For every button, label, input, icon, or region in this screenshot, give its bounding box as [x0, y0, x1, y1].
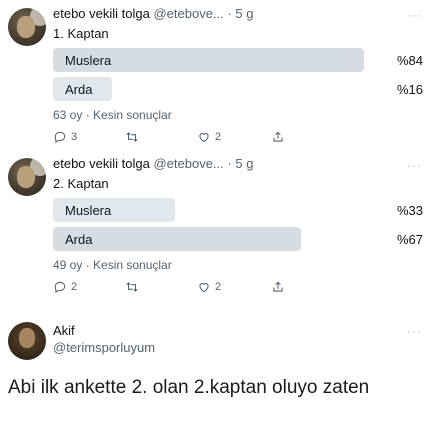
separator-dot: ·: [227, 156, 232, 171]
poll-option-label: Arda: [65, 82, 93, 97]
heart-icon: [199, 283, 209, 293]
retweet-button[interactable]: [125, 128, 143, 146]
timestamp[interactable]: 5 g: [235, 156, 253, 171]
reply-icon: [54, 281, 66, 294]
poll-option-percent: %84: [396, 53, 423, 68]
author-name[interactable]: etebo vekili tolga: [53, 156, 150, 171]
poll-question: 1. Kaptan: [53, 26, 109, 41]
avatar[interactable]: [8, 322, 46, 360]
poll-question: 2. Kaptan: [53, 176, 109, 191]
tweet-header: etebo vekili tolga @etebove... · 5 g: [53, 156, 253, 171]
poll-option-percent: %67: [396, 232, 423, 247]
poll-option: Arda %67: [53, 227, 423, 251]
poll-option: Muslera %33: [53, 198, 423, 222]
poll-option-percent: %16: [396, 82, 423, 97]
reply-icon: [54, 131, 66, 144]
author-handle[interactable]: @etebove...: [153, 6, 223, 21]
reply-count: 2: [71, 281, 78, 293]
poll-meta: 49 oy · Kesin sonuçlar: [53, 258, 172, 272]
poll-option-label: Muslera: [65, 53, 112, 68]
tweet-actions: 3 2: [53, 128, 353, 146]
retweet-button[interactable]: [125, 278, 143, 296]
tweet-header: etebo vekili tolga @etebove... · 5 g: [53, 6, 253, 21]
timestamp[interactable]: 5 g: [235, 6, 253, 21]
share-icon: [273, 281, 283, 292]
avatar[interactable]: [8, 8, 46, 46]
like-button[interactable]: 2: [197, 128, 221, 146]
reply-button[interactable]: 2: [53, 278, 77, 296]
more-options-icon[interactable]: ···: [407, 158, 422, 172]
reply-count: 3: [71, 131, 78, 143]
tweet-text: Abi ilk ankette 2. olan 2.kaptan oluyo z…: [8, 377, 370, 398]
more-options-icon[interactable]: ···: [407, 324, 422, 338]
poll-option: Muslera %84: [53, 48, 423, 72]
author-handle[interactable]: @etebove...: [153, 156, 223, 171]
reply-button[interactable]: 3: [53, 128, 77, 146]
share-icon: [273, 131, 283, 142]
author-name[interactable]: etebo vekili tolga: [53, 6, 150, 21]
like-count: 2: [215, 281, 222, 293]
like-button[interactable]: 2: [197, 278, 221, 296]
retweet-icon: [126, 282, 138, 292]
share-button[interactable]: [271, 278, 285, 296]
poll-option: Arda %16: [53, 77, 423, 101]
avatar[interactable]: [8, 158, 46, 196]
poll-meta: 63 oy · Kesin sonuçlar: [53, 108, 172, 122]
like-count: 2: [215, 131, 222, 143]
poll-option-percent: %33: [396, 203, 423, 218]
tweet-actions: 2 2: [53, 278, 353, 296]
share-button[interactable]: [271, 128, 285, 146]
more-options-icon[interactable]: ···: [407, 8, 422, 22]
separator-dot: ·: [227, 6, 232, 21]
poll-option-label: Arda: [65, 232, 93, 247]
author-name[interactable]: Akif: [53, 323, 75, 338]
retweet-icon: [126, 132, 138, 142]
author-handle[interactable]: @terimsporluyum: [53, 340, 155, 355]
heart-icon: [199, 133, 209, 143]
poll-option-label: Muslera: [65, 203, 112, 218]
